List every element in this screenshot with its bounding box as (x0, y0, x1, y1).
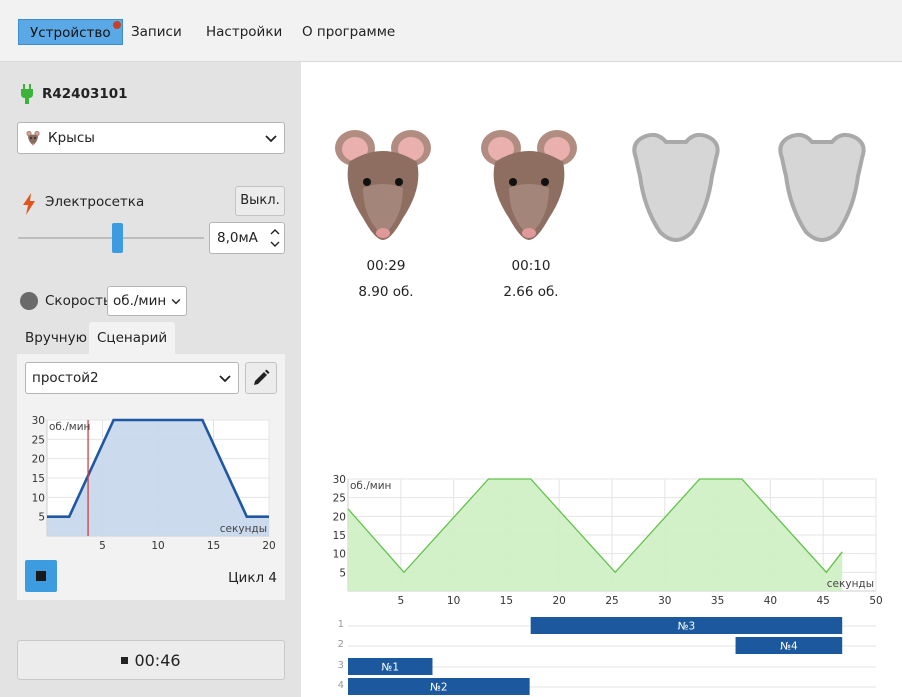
y-tick-label: 30 (333, 474, 346, 486)
y-tick-label: 10 (333, 549, 346, 561)
timeline-row-label: 4 (338, 680, 344, 691)
menu-device-label: Устройство (30, 25, 111, 41)
timeline-bar-label: №1 (381, 662, 399, 674)
menu-device[interactable]: Устройство (18, 19, 123, 45)
shock-slider-handle[interactable] (112, 223, 123, 253)
pencil-icon (254, 369, 270, 385)
shock-current-value: 8,0мА (217, 230, 258, 246)
y-tick-label: 30 (32, 415, 45, 427)
y-axis-label: об./мин (350, 480, 391, 492)
timeline-bar-label: №4 (780, 641, 798, 653)
scenario-select[interactable]: простой2 (25, 362, 239, 394)
lightning-icon (23, 193, 35, 215)
x-tick-label: 15 (207, 540, 220, 552)
stop-icon (36, 571, 46, 581)
animal-select[interactable]: Крысы (17, 122, 285, 154)
y-tick-label: 20 (32, 454, 45, 466)
chevron-up-icon[interactable] (269, 226, 281, 238)
speed-indicator-icon (20, 292, 38, 310)
y-tick-label: 15 (32, 473, 45, 485)
plug-icon (21, 84, 33, 104)
timeline-bar-label: №2 (430, 682, 448, 694)
stop-icon (121, 656, 129, 664)
menu-bar: Устройство Записи Настройки О программе (0, 0, 902, 62)
x-tick-label: 20 (553, 595, 566, 607)
scenario-select-value: простой2 (32, 370, 99, 386)
x-tick-label: 40 (764, 595, 777, 607)
x-tick-label: 50 (869, 595, 882, 607)
chevron-down-icon[interactable] (269, 238, 281, 250)
session-timer-value: 00:46 (134, 650, 181, 670)
timeline-bar-label: №3 (678, 621, 696, 633)
subject-2-revolutions: 2.66 об. (503, 284, 559, 300)
cycle-label: Цикл 4 (228, 570, 277, 586)
y-tick-label: 25 (32, 434, 45, 446)
tab-scenario[interactable]: Сценарий (89, 322, 176, 354)
shock-current-spinbox[interactable]: 8,0мА (209, 222, 285, 254)
x-axis-label: секунды (220, 523, 267, 535)
x-tick-label: 25 (605, 595, 618, 607)
subject-2-time: 00:10 (511, 258, 551, 274)
x-tick-label: 20 (262, 540, 275, 552)
session-timer-button[interactable]: 00:46 (17, 640, 285, 680)
x-tick-label: 5 (397, 595, 404, 607)
x-tick-label: 35 (711, 595, 724, 607)
animal-select-value: Крысы (48, 130, 95, 146)
x-tick-label: 5 (99, 540, 106, 552)
control-panel: R42403101 Крысы Электросетка Выкл. 8,0мА… (0, 62, 301, 697)
chevron-down-icon (171, 298, 181, 305)
chevron-down-icon (265, 135, 277, 143)
stop-scenario-button[interactable] (25, 560, 57, 592)
y-tick-label: 5 (38, 512, 45, 524)
y-tick-label: 15 (333, 530, 346, 542)
edit-scenario-button[interactable] (245, 362, 277, 394)
x-tick-label: 10 (447, 595, 460, 607)
scenario-panel: простой2 5 10 15 20 5 10 15 20 25 30 об./мин секунд… (17, 354, 285, 600)
rat-icon (26, 130, 40, 146)
timeline-row-label: 3 (338, 660, 344, 671)
x-tick-label: 10 (151, 540, 164, 552)
shock-label: Электросетка (45, 194, 145, 210)
monitor-panel: 00:29 8.90 об. 00:10 2.66 об. 5 10 15 20 25 3… (301, 62, 902, 697)
shock-slider-track[interactable] (18, 237, 204, 239)
x-tick-label: 45 (817, 595, 830, 607)
y-tick-label: 10 (32, 492, 45, 504)
speed-label: Скорость (45, 293, 111, 309)
device-row: R42403101 (20, 84, 128, 104)
subject-1-revolutions: 8.90 об. (358, 284, 414, 300)
chevron-down-icon (219, 375, 231, 383)
menu-records[interactable]: Записи (120, 19, 193, 45)
x-tick-label: 30 (658, 595, 671, 607)
tab-manual[interactable]: Вручную (17, 322, 95, 354)
y-tick-label: 5 (339, 567, 346, 579)
scenario-chart: 5 10 15 20 5 10 15 20 25 30 об./мин секунды (32, 415, 276, 552)
timeline-row-label: 2 (338, 639, 344, 650)
y-tick-label: 20 (333, 511, 346, 523)
speed-history-chart: 5 10 15 20 25 30 35 40 45 50 5 10 15 20 25 30 об./мин сек… (333, 474, 883, 695)
x-tick-label: 15 (500, 595, 513, 607)
rat-subject-1-icon (335, 130, 431, 240)
menu-settings[interactable]: Настройки (195, 19, 293, 45)
speed-unit-value: об./мин (113, 293, 167, 309)
y-tick-label: 25 (333, 493, 346, 505)
menu-about[interactable]: О программе (291, 19, 406, 45)
x-axis-label: секунды (827, 578, 874, 590)
rat-subject-2-icon (481, 130, 577, 240)
device-id: R42403101 (42, 86, 128, 102)
shock-toggle-button[interactable]: Выкл. (235, 186, 285, 216)
subject-1-time: 00:29 (366, 258, 406, 274)
y-axis-label: об./мин (49, 421, 90, 433)
speed-unit-select[interactable]: об./мин (107, 286, 187, 316)
empty-subject-4-icon (778, 132, 866, 243)
timeline-row-label: 1 (338, 619, 344, 630)
empty-subject-3-icon (632, 132, 720, 243)
